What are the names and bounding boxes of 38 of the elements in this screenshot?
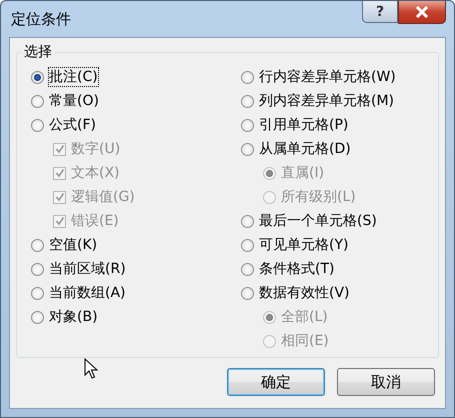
option-label[interactable]: 批注(C) xyxy=(49,68,98,86)
radio-button[interactable] xyxy=(241,286,254,300)
window-title: 定位条件 xyxy=(10,10,71,28)
option-label[interactable]: 可见单元格(Y) xyxy=(259,236,348,254)
option-label[interactable]: 条件格式(T) xyxy=(259,260,334,278)
option-label[interactable]: 对象(B) xyxy=(49,308,98,326)
radio-button[interactable] xyxy=(241,118,254,132)
radio-button[interactable] xyxy=(31,262,44,276)
option-label[interactable]: 最后一个单元格(S) xyxy=(259,212,377,230)
option-label[interactable]: 从属单元格(D) xyxy=(259,140,351,158)
radio-button[interactable] xyxy=(31,70,44,84)
radio-button[interactable] xyxy=(241,70,254,84)
close-icon xyxy=(415,6,429,18)
option-label[interactable]: 行内容差异单元格(W) xyxy=(259,68,396,86)
option-label[interactable]: 列内容差异单元格(M) xyxy=(259,92,394,110)
radio-button[interactable] xyxy=(241,142,254,156)
option-label[interactable]: 当前数组(A) xyxy=(49,284,126,302)
radio-button[interactable] xyxy=(241,214,254,228)
radio-button[interactable] xyxy=(31,286,44,300)
group-title: 选择 xyxy=(21,43,55,61)
cursor-icon xyxy=(84,358,98,380)
close-button[interactable] xyxy=(398,1,446,24)
option-label[interactable]: 数据有效性(V) xyxy=(259,284,350,302)
radio-button[interactable] xyxy=(241,238,254,252)
radio-button[interactable] xyxy=(31,238,44,252)
radio-button[interactable] xyxy=(241,262,254,276)
ok-button[interactable]: 确定 xyxy=(227,368,325,396)
radio-button[interactable] xyxy=(31,118,44,132)
help-button[interactable]: ? xyxy=(362,1,398,23)
option-label[interactable]: 引用单元格(P) xyxy=(259,116,348,134)
option-label[interactable]: 常量(O) xyxy=(49,92,99,110)
option-label[interactable]: 空值(K) xyxy=(49,236,98,254)
option-label[interactable]: 当前区域(R) xyxy=(49,260,126,278)
option-label[interactable]: 公式(F) xyxy=(49,116,96,134)
radio-button[interactable] xyxy=(241,94,254,108)
cancel-button[interactable]: 取消 xyxy=(337,368,435,396)
radio-button[interactable] xyxy=(31,94,44,108)
radio-button[interactable] xyxy=(31,310,44,324)
